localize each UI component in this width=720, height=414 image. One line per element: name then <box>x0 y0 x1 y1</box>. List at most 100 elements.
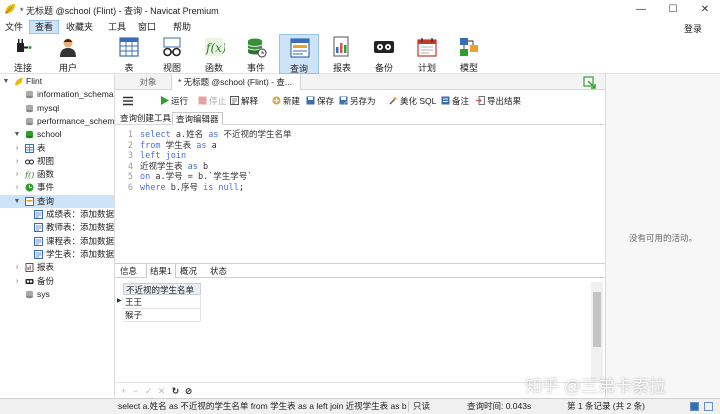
svg-text:f(x): f(x) <box>205 41 225 55</box>
minimize-button[interactable]: — <box>628 0 654 20</box>
activity-refresh-icon[interactable] <box>583 76 597 90</box>
beautify-sql-button[interactable]: 美化 SQL <box>389 94 436 108</box>
save-button[interactable]: 保存 <box>306 94 334 108</box>
table-row[interactable]: 王王 <box>123 296 201 309</box>
menu-view[interactable]: 查看 <box>29 20 60 34</box>
code-line[interactable]: 5 on a.学号 = b.`学生学号` <box>115 172 595 183</box>
view-button[interactable]: 视图 <box>152 34 192 74</box>
tree-item-label: 查询 <box>37 195 55 206</box>
user-button[interactable]: 用户 <box>48 34 88 74</box>
tree-item[interactable]: › 表 <box>0 142 114 155</box>
backup-button[interactable]: 备份 <box>364 34 404 74</box>
tree-item[interactable]: 教师表：添加数据 <box>0 221 114 234</box>
tree-item[interactable]: 成绩表：添加数据 <box>0 208 114 221</box>
tree-item[interactable]: 课程表：添加数据 <box>0 235 114 248</box>
line-number: 3 <box>127 151 133 162</box>
run-button[interactable]: 运行 <box>160 94 188 108</box>
schedule-button[interactable]: 计划 <box>407 34 447 74</box>
table-label: 表 <box>124 63 134 73</box>
tree-item[interactable]: performance_schema <box>0 115 114 128</box>
expand-arrow-icon[interactable]: › <box>13 181 21 194</box>
tree-item[interactable]: information_schema <box>0 88 114 101</box>
menu-hamburger-icon[interactable] <box>123 96 133 106</box>
connection-leaf-icon <box>15 78 23 86</box>
table-icon <box>25 143 34 153</box>
tree-item[interactable]: › 报表 <box>0 261 114 274</box>
add-record-icon[interactable]: + <box>118 385 129 397</box>
code-line[interactable]: 6 where b.序号 is null; <box>115 183 595 194</box>
expand-arrow-icon[interactable]: › <box>13 275 21 288</box>
export-results-button[interactable]: 导出结果 <box>476 94 521 108</box>
tree-item[interactable]: › f() 函数 <box>0 168 114 181</box>
tree-item[interactable]: sys <box>0 288 114 301</box>
expand-arrow-icon[interactable]: › <box>13 261 21 274</box>
connect-button[interactable]: 连接 <box>3 34 43 74</box>
code-line[interactable]: 2 from 学生表 as a <box>115 141 595 152</box>
tab-status[interactable]: 状态 <box>207 264 230 278</box>
save-as-button[interactable]: 另存为 <box>339 94 376 108</box>
expand-arrow-icon[interactable]: › <box>13 168 21 181</box>
query-item-icon <box>34 223 43 233</box>
tree-item-label: school <box>37 129 62 140</box>
delete-record-icon[interactable]: − <box>130 385 141 397</box>
form-view-icon[interactable] <box>704 402 713 411</box>
discard-icon[interactable]: ✕ <box>156 385 167 397</box>
sql-editor[interactable]: 1 select a.姓名 as 不近视的学生名单 2 from 学生表 as a 3l… <box>115 125 605 262</box>
tree-item[interactable]: › 视图 <box>0 155 114 168</box>
maximize-button[interactable]: ☐ <box>660 0 686 20</box>
menu-tools[interactable]: 工具 <box>103 20 131 34</box>
menu-window[interactable]: 窗口 <box>133 20 161 34</box>
function-button[interactable]: f(x) 函数 <box>194 34 234 74</box>
tab-query-builder[interactable]: 查询创建工具 <box>117 112 174 125</box>
tab-info[interactable]: 信息 <box>117 264 140 278</box>
tree-item[interactable]: ▼ Flint <box>0 75 114 88</box>
table-row[interactable]: 猴子 <box>123 309 201 322</box>
event-button[interactable]: 事件 <box>236 34 276 74</box>
table-button[interactable]: 表 <box>109 34 149 74</box>
stop-button[interactable]: 停止 <box>198 94 226 108</box>
tree-item[interactable]: ▼ school <box>0 128 114 141</box>
menu-file[interactable]: 文件 <box>0 20 28 34</box>
collapse-arrow-icon[interactable]: ▼ <box>13 128 21 141</box>
report-button[interactable]: 报表 <box>322 34 362 74</box>
explain-button[interactable]: 解释 <box>230 94 258 108</box>
menu-help[interactable]: 帮助 <box>168 20 196 34</box>
tree-item-label: 学生表：添加数据 <box>46 248 115 259</box>
model-button[interactable]: 模型 <box>449 34 489 74</box>
tab-profile[interactable]: 概况 <box>177 264 200 278</box>
results-scrollbar[interactable] <box>591 282 603 382</box>
code-line[interactable]: 1 select a.姓名 as 不近视的学生名单 <box>115 130 595 141</box>
collapse-arrow-icon[interactable]: ▼ <box>2 75 10 88</box>
column-header[interactable]: 不近视的学生名单 <box>123 283 201 295</box>
note-button[interactable]: 备注 <box>441 94 469 108</box>
refresh-icon[interactable]: ↻ <box>170 385 181 397</box>
new-button[interactable]: 新建 <box>272 94 300 108</box>
note-label: 备注 <box>452 96 470 106</box>
tree-item[interactable]: › 备份 <box>0 275 114 288</box>
tab-query-editor[interactable]: 查询编辑器 <box>172 112 223 125</box>
tab-objects[interactable]: 对象 <box>125 74 171 90</box>
collapse-arrow-icon[interactable]: ▼ <box>13 195 21 208</box>
expand-arrow-icon[interactable]: › <box>13 155 21 168</box>
query-button[interactable]: 查询 <box>279 34 319 74</box>
close-button[interactable]: ✕ <box>692 0 718 20</box>
tree-item[interactable]: › 事件 <box>0 181 114 194</box>
code-line[interactable]: 3 left join <box>115 151 595 162</box>
tab-result1[interactable]: 结果1 <box>146 264 176 278</box>
editor-mode-tabs: 查询创建工具 查询编辑器 <box>115 112 605 125</box>
apply-icon[interactable]: ✓ <box>143 385 154 397</box>
query-item-icon <box>34 249 43 259</box>
tree-item[interactable]: 学生表：添加数据 <box>0 248 115 261</box>
tree-item-label: 视图 <box>37 155 55 166</box>
scroll-thumb[interactable] <box>593 292 601 347</box>
tab-query[interactable]: * 无标题 @school (Flint) - 查... <box>171 74 301 90</box>
tree-item[interactable]: mysql <box>0 102 114 115</box>
expand-arrow-icon[interactable]: › <box>13 142 21 155</box>
tree-item[interactable]: ▼ 查询 <box>0 194 114 208</box>
menu-favorites[interactable]: 收藏夹 <box>61 20 98 34</box>
database-icon <box>26 117 33 126</box>
grid-view-icon[interactable] <box>690 402 699 411</box>
stop-loading-icon[interactable]: ⊘ <box>183 385 194 397</box>
save-label: 保存 <box>317 96 335 106</box>
user-icon <box>60 38 76 57</box>
